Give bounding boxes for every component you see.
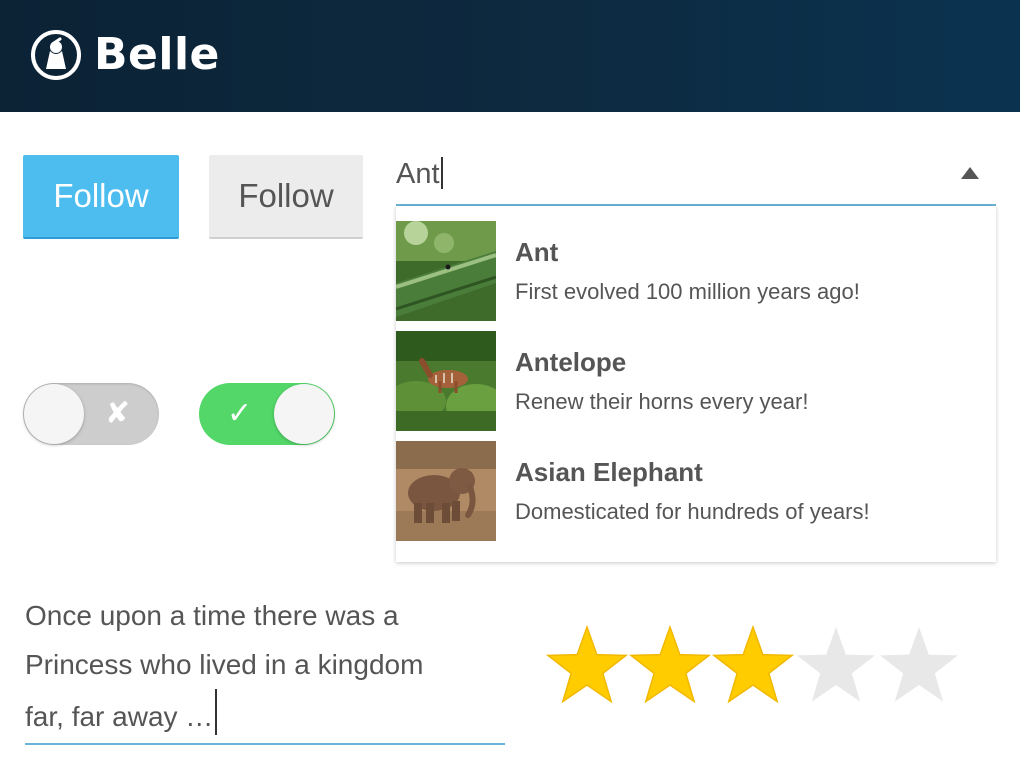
textarea-line: Once upon a time there was a [25,600,399,631]
combobox-option-asian-elephant[interactable]: Asian Elephant Domesticated for hundreds… [396,426,996,541]
star-filled-icon[interactable] [628,625,712,705]
check-icon: ✓ [227,397,253,430]
follow-primary-button[interactable]: Follow [23,155,179,239]
elephant-photo [396,441,496,541]
cross-icon: ✘ [105,397,131,430]
antelope-photo [396,331,496,431]
follow-default-button[interactable]: Follow [209,155,363,239]
ant-photo [396,221,496,321]
toggle-knob[interactable] [24,384,84,444]
combobox-value: Ant [396,158,440,190]
option-description: Renew their horns every year! [515,389,809,414]
text-cursor [215,689,218,735]
textarea-line: Princess who lived in a kingdom [25,648,424,680]
star-rating[interactable] [545,625,965,709]
toggle-off-switch[interactable]: ✘ [23,383,159,445]
combobox-input[interactable]: Ant [396,156,443,192]
option-title: Asian Elephant [515,457,703,487]
option-description: First evolved 100 million years ago! [515,279,860,304]
textarea-line: far, far away … [25,689,505,742]
combobox-dropdown: Ant First evolved 100 million years ago!… [396,206,996,562]
story-textarea[interactable]: Once upon a time there was a Princess wh… [25,592,505,745]
combobox-option-antelope[interactable]: Antelope Renew their horns every year! [396,316,996,431]
combobox[interactable]: Ant [396,150,996,206]
combobox-option-ant[interactable]: Ant First evolved 100 million years ago! [396,206,996,321]
triangle-up-icon[interactable] [960,166,980,180]
toggle-on-switch[interactable]: ✓ [199,383,335,445]
app-header: Belle [0,0,1020,112]
star-empty-icon[interactable] [794,625,878,705]
option-description: Domesticated for hundreds of years! [515,499,870,524]
option-title: Ant [515,237,559,267]
star-filled-icon[interactable] [711,625,795,705]
text-cursor [440,157,443,189]
star-empty-icon[interactable] [877,625,961,705]
belle-logo-icon [31,30,81,80]
brand-name: Belle [94,29,220,80]
toggle-knob[interactable] [274,384,334,444]
option-title: Antelope [515,347,627,377]
star-filled-icon[interactable] [545,625,629,705]
